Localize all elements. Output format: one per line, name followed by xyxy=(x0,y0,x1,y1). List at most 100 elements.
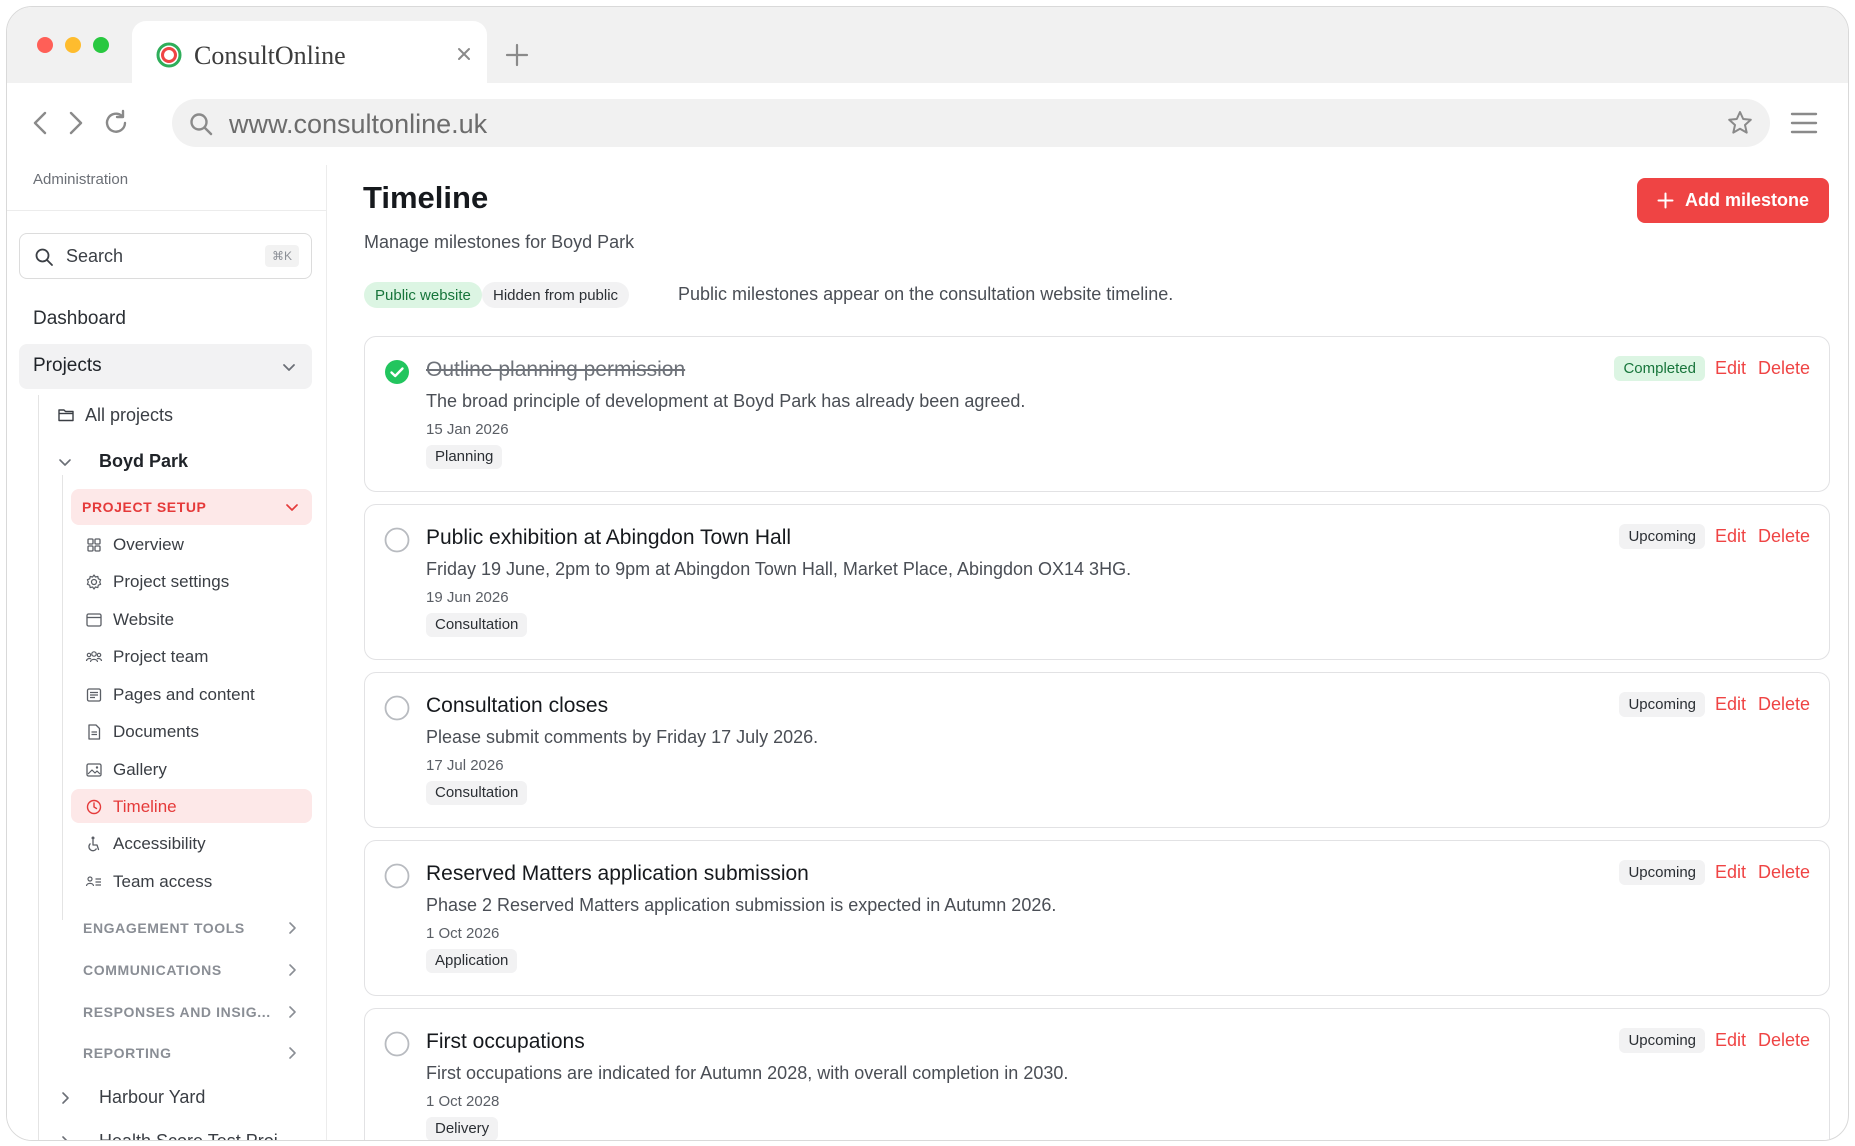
forward-icon[interactable] xyxy=(61,109,89,137)
incomplete-circle-icon[interactable] xyxy=(384,695,410,721)
chevron-down-icon xyxy=(59,459,71,466)
tree-guide-line xyxy=(38,395,39,1140)
status-badge: Upcoming xyxy=(1619,860,1705,885)
bookmark-star-icon[interactable] xyxy=(1726,109,1754,137)
status-badge: Completed xyxy=(1614,356,1705,381)
hidden-from-public-chip: Hidden from public xyxy=(482,282,630,308)
chevron-right-icon xyxy=(289,922,296,934)
back-icon[interactable] xyxy=(27,109,55,137)
milestone-title: Consultation closes xyxy=(426,694,609,717)
add-milestone-label: Add milestone xyxy=(1685,190,1810,210)
sidebar-group-label: COMMUNICATIONS xyxy=(83,962,222,978)
milestone-description: Phase 2 Reserved Matters application sub… xyxy=(426,895,1057,915)
completed-check-icon[interactable] xyxy=(384,359,410,385)
edit-milestone-button[interactable]: Edit xyxy=(1715,358,1746,379)
sidebar-search-input[interactable]: Search ⌘K xyxy=(19,233,312,279)
sidebar-group-label: PROJECT SETUP xyxy=(82,499,207,515)
new-tab-icon[interactable] xyxy=(504,42,530,68)
milestone-card: Public exhibition at Abingdon Town Hall … xyxy=(364,504,1830,660)
incomplete-circle-icon[interactable] xyxy=(384,1031,410,1057)
sidebar-item-label: Project settings xyxy=(113,572,230,591)
team-icon xyxy=(85,651,103,663)
window-close-button[interactable] xyxy=(37,37,53,53)
add-milestone-button[interactable]: Add milestone xyxy=(1637,178,1829,223)
tree-guide-line xyxy=(62,475,63,920)
tab-title: ConsultOnline xyxy=(194,41,346,70)
status-badge: Upcoming xyxy=(1619,524,1705,549)
sidebar-item-label: Project team xyxy=(113,647,209,666)
delete-milestone-button[interactable]: Delete xyxy=(1758,526,1810,547)
milestone-description: Friday 19 June, 2pm to 9pm at Abingdon T… xyxy=(426,559,1132,579)
milestone-description: Please submit comments by Friday 17 July… xyxy=(426,727,819,747)
consultonline-logo-icon xyxy=(156,42,182,68)
sidebar-item-label: Website xyxy=(113,610,175,629)
main-content: Timeline Manage milestones for Boyd Park… xyxy=(328,165,1848,1140)
chevron-down-icon xyxy=(286,504,298,511)
sidebar-group-reporting[interactable]: REPORTING xyxy=(83,1042,312,1066)
sidebar-item-label: Overview xyxy=(113,535,184,554)
milestone-date: 19 Jun 2026 xyxy=(426,589,509,606)
status-badge: Upcoming xyxy=(1619,1028,1705,1053)
plus-icon xyxy=(1657,192,1674,209)
milestone-card: Consultation closes Please submit commen… xyxy=(364,672,1830,828)
hamburger-menu-icon[interactable] xyxy=(1789,109,1819,137)
incomplete-circle-icon[interactable] xyxy=(384,863,410,889)
milestone-title: Reserved Matters application submission xyxy=(426,862,809,885)
incomplete-circle-icon[interactable] xyxy=(384,527,410,553)
sidebar-group-label: ENGAGEMENT TOOLS xyxy=(83,920,245,936)
delete-milestone-button[interactable]: Delete xyxy=(1758,1030,1810,1051)
accessibility-icon xyxy=(88,836,100,852)
edit-milestone-button[interactable]: Edit xyxy=(1715,526,1746,547)
milestone-category-tag: Planning xyxy=(426,445,503,469)
url-text: www.consultonline.uk xyxy=(229,109,488,139)
sidebar-group-responses-and-insights[interactable]: RESPONSES AND INSIG... xyxy=(83,1001,312,1025)
chevron-right-icon xyxy=(62,1092,69,1104)
sidebar-group-label: REPORTING xyxy=(83,1045,172,1061)
milestone-card: Reserved Matters application submission … xyxy=(364,840,1830,996)
address-bar[interactable]: www.consultonline.uk xyxy=(172,99,1770,147)
active-item-highlight xyxy=(71,789,312,823)
pages-icon xyxy=(86,688,102,702)
delete-milestone-button[interactable]: Delete xyxy=(1758,862,1810,883)
milestone-date: 1 Oct 2026 xyxy=(426,925,500,942)
sidebar-item-label: Accessibility xyxy=(113,834,206,853)
sidebar-section-label: Administration xyxy=(33,171,129,188)
chevron-right-icon xyxy=(289,964,296,976)
project-name: Boyd Park xyxy=(99,451,189,471)
sidebar-item-projects[interactable]: Projects xyxy=(19,344,312,389)
document-icon xyxy=(88,724,101,740)
delete-milestone-button[interactable]: Delete xyxy=(1758,694,1810,715)
user-list-icon xyxy=(85,876,101,887)
delete-milestone-button[interactable]: Delete xyxy=(1758,358,1810,379)
sidebar-item-label: Projects xyxy=(33,355,102,376)
sidebar-group-communications[interactable]: COMMUNICATIONS xyxy=(83,959,312,983)
window-maximize-button[interactable] xyxy=(93,37,109,53)
sidebar-item-label: All projects xyxy=(85,405,174,425)
search-placeholder: Search xyxy=(66,246,124,266)
sidebar-item-label: Gallery xyxy=(113,760,167,779)
sidebar-group-project-setup[interactable]: PROJECT SETUP xyxy=(71,489,312,525)
milestone-card: Outline planning permission The broad pr… xyxy=(364,336,1830,492)
milestone-title: Outline planning permission xyxy=(426,358,686,381)
folder-icon xyxy=(58,409,74,422)
page-subtitle: Manage milestones for Boyd Park xyxy=(364,232,635,252)
browser-tab[interactable]: ConsultOnline xyxy=(132,21,487,85)
milestone-title: First occupations xyxy=(426,1030,585,1053)
sidebar-group-engagement-tools[interactable]: ENGAGEMENT TOOLS xyxy=(83,917,312,941)
edit-milestone-button[interactable]: Edit xyxy=(1715,694,1746,715)
sidebar-item-label: Timeline xyxy=(113,797,177,816)
chevron-down-icon xyxy=(283,364,295,371)
milestone-date: 1 Oct 2028 xyxy=(426,1093,500,1110)
milestone-card: First occupations First occupations are … xyxy=(364,1008,1830,1140)
edit-milestone-button[interactable]: Edit xyxy=(1715,1030,1746,1051)
search-icon xyxy=(35,248,53,266)
reload-icon[interactable] xyxy=(102,109,130,137)
close-tab-icon[interactable] xyxy=(455,45,473,63)
milestone-date: 15 Jan 2026 xyxy=(426,421,509,438)
milestone-description: The broad principle of development at Bo… xyxy=(426,391,1026,411)
window-minimize-button[interactable] xyxy=(65,37,81,53)
edit-milestone-button[interactable]: Edit xyxy=(1715,862,1746,883)
public-website-chip: Public website xyxy=(364,282,482,308)
clock-icon xyxy=(86,799,102,815)
sidebar-item-dashboard[interactable]: Dashboard xyxy=(33,308,126,330)
